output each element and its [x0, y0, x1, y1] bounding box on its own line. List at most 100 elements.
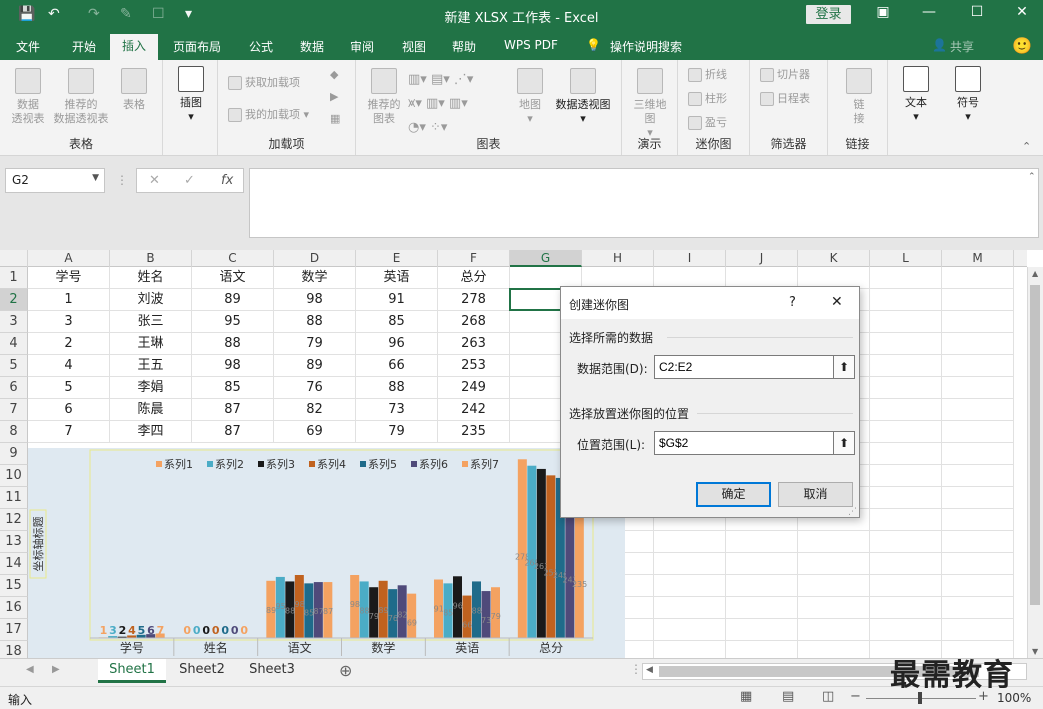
- row-header-6[interactable]: 6: [0, 377, 28, 399]
- cell-d6[interactable]: 76: [274, 377, 356, 399]
- visio-icon[interactable]: ▦: [330, 112, 340, 126]
- cell-m6[interactable]: [942, 377, 1014, 399]
- cell-i16[interactable]: [654, 597, 726, 619]
- column-header-l[interactable]: L: [870, 250, 942, 267]
- cell-c1[interactable]: 语文: [192, 267, 274, 289]
- row-header-15[interactable]: 15: [0, 575, 28, 597]
- cell-l1[interactable]: [870, 267, 942, 289]
- recommended-pivot-button[interactable]: 推荐的 数据透视表: [50, 68, 112, 126]
- link-button[interactable]: 链 接: [844, 68, 874, 126]
- cell-m5[interactable]: [942, 355, 1014, 377]
- tab-formulas[interactable]: 公式: [249, 38, 273, 55]
- column-header-d[interactable]: D: [274, 250, 356, 267]
- scroll-thumb[interactable]: [1030, 285, 1040, 605]
- row-header-9[interactable]: 9: [0, 443, 28, 465]
- cell-e2[interactable]: 91: [356, 289, 438, 311]
- cell-c7[interactable]: 87: [192, 399, 274, 421]
- cell-j13[interactable]: [726, 531, 798, 553]
- tab-data[interactable]: 数据: [300, 38, 324, 55]
- row-header-10[interactable]: 10: [0, 465, 28, 487]
- column-header-f[interactable]: F: [438, 250, 510, 267]
- cell-m4[interactable]: [942, 333, 1014, 355]
- cell-f6[interactable]: 249: [438, 377, 510, 399]
- row-header-4[interactable]: 4: [0, 333, 28, 355]
- timeline-button[interactable]: 日程表: [760, 92, 810, 106]
- cell-b1[interactable]: 姓名: [110, 267, 192, 289]
- map-chart-button[interactable]: 地图 ▾: [510, 68, 550, 126]
- cell-f1[interactable]: 总分: [438, 267, 510, 289]
- cell-l8[interactable]: [870, 421, 942, 443]
- cell-m3[interactable]: [942, 311, 1014, 333]
- cell-c2[interactable]: 89: [192, 289, 274, 311]
- normal-view-icon[interactable]: ▦: [740, 689, 752, 704]
- cell-m12[interactable]: [942, 509, 1014, 531]
- row-header-16[interactable]: 16: [0, 597, 28, 619]
- embedded-chart[interactable]: 坐标轴标题 1 3 2 4 5 6 7 0 0 0 0 0 0 0 89 95 88 98 85 87 87 98 88 79 8…: [28, 448, 625, 658]
- cell-a4[interactable]: 2: [28, 333, 110, 355]
- worksheet-grid[interactable]: ABCDEFGHIJKLM 1 2 3 4 5 6 7 8 9 10 11 12 13 14 15 16 17 1…: [0, 250, 1043, 707]
- expand-formula-icon[interactable]: ⌃: [1028, 172, 1036, 182]
- chart-type-buttons[interactable]: ▥▾ ▤▾ ⋰▾ ⩙▾ ▥▾ ▥▾ ◔▾ ⁘▾: [408, 68, 508, 140]
- row-header-12[interactable]: 12: [0, 509, 28, 531]
- cell-m1[interactable]: [942, 267, 1014, 289]
- cell-a6[interactable]: 5: [28, 377, 110, 399]
- pivot-chart-button[interactable]: 数据透视图 ▾: [550, 68, 616, 126]
- column-header-c[interactable]: C: [192, 250, 274, 267]
- cell-l2[interactable]: [870, 289, 942, 311]
- symbol-button[interactable]: 符号 ▾: [948, 66, 988, 124]
- maximize-icon[interactable]: ☐: [962, 4, 992, 20]
- tab-page-layout[interactable]: 页面布局: [173, 38, 221, 55]
- cell-d4[interactable]: 79: [274, 333, 356, 355]
- cell-l13[interactable]: [870, 531, 942, 553]
- vertical-scrollbar[interactable]: ▲ ▼: [1027, 267, 1043, 658]
- cell-k13[interactable]: [798, 531, 870, 553]
- prev-sheet-icon[interactable]: ◀: [26, 664, 34, 675]
- sheet-tab-1[interactable]: Sheet1: [98, 659, 166, 683]
- minimize-icon[interactable]: —: [914, 4, 944, 20]
- formula-input[interactable]: [249, 168, 1039, 238]
- undo-icon[interactable]: ↶: [48, 6, 60, 22]
- slicer-button[interactable]: 切片器: [760, 68, 810, 82]
- data-range-input[interactable]: [654, 355, 834, 379]
- cell-i15[interactable]: [654, 575, 726, 597]
- column-header-g[interactable]: G: [510, 250, 582, 267]
- cell-d2[interactable]: 98: [274, 289, 356, 311]
- collapse-dialog-icon[interactable]: ⬆: [833, 431, 855, 455]
- scroll-up-icon[interactable]: ▲: [1032, 269, 1038, 278]
- cell-b8[interactable]: 李四: [110, 421, 192, 443]
- cell-a1[interactable]: 学号: [28, 267, 110, 289]
- cell-f3[interactable]: 268: [438, 311, 510, 333]
- cell-j14[interactable]: [726, 553, 798, 575]
- cell-k14[interactable]: [798, 553, 870, 575]
- cell-m13[interactable]: [942, 531, 1014, 553]
- ok-button[interactable]: 确定: [696, 482, 771, 507]
- row-header-17[interactable]: 17: [0, 619, 28, 641]
- row-header-8[interactable]: 8: [0, 421, 28, 443]
- cell-e4[interactable]: 96: [356, 333, 438, 355]
- cell-l16[interactable]: [870, 597, 942, 619]
- cell-b6[interactable]: 李娟: [110, 377, 192, 399]
- cell-l5[interactable]: [870, 355, 942, 377]
- cell-m8[interactable]: [942, 421, 1014, 443]
- get-addins-button[interactable]: 获取加载项: [228, 76, 300, 90]
- page-layout-view-icon[interactable]: ▤: [782, 689, 794, 704]
- cell-d5[interactable]: 89: [274, 355, 356, 377]
- dialog-close-icon[interactable]: ✕: [831, 294, 843, 310]
- cell-e8[interactable]: 79: [356, 421, 438, 443]
- sparkline-line-button[interactable]: 折线: [688, 68, 727, 82]
- cell-l11[interactable]: [870, 487, 942, 509]
- cell-f8[interactable]: 235: [438, 421, 510, 443]
- close-icon[interactable]: ✕: [1007, 4, 1037, 20]
- cell-l3[interactable]: [870, 311, 942, 333]
- cell-l12[interactable]: [870, 509, 942, 531]
- page-break-view-icon[interactable]: ◫: [822, 689, 834, 704]
- collapse-dialog-icon[interactable]: ⬆: [833, 355, 855, 379]
- smiley-icon[interactable]: 🙂: [1012, 36, 1032, 55]
- cell-d3[interactable]: 88: [274, 311, 356, 333]
- cell-j17[interactable]: [726, 619, 798, 641]
- row-header-5[interactable]: 5: [0, 355, 28, 377]
- checkbox-icon[interactable]: ☐: [152, 6, 165, 22]
- recommended-charts-button[interactable]: 推荐的 图表: [364, 68, 404, 126]
- row-header-3[interactable]: 3: [0, 311, 28, 333]
- tab-review[interactable]: 审阅: [350, 38, 374, 55]
